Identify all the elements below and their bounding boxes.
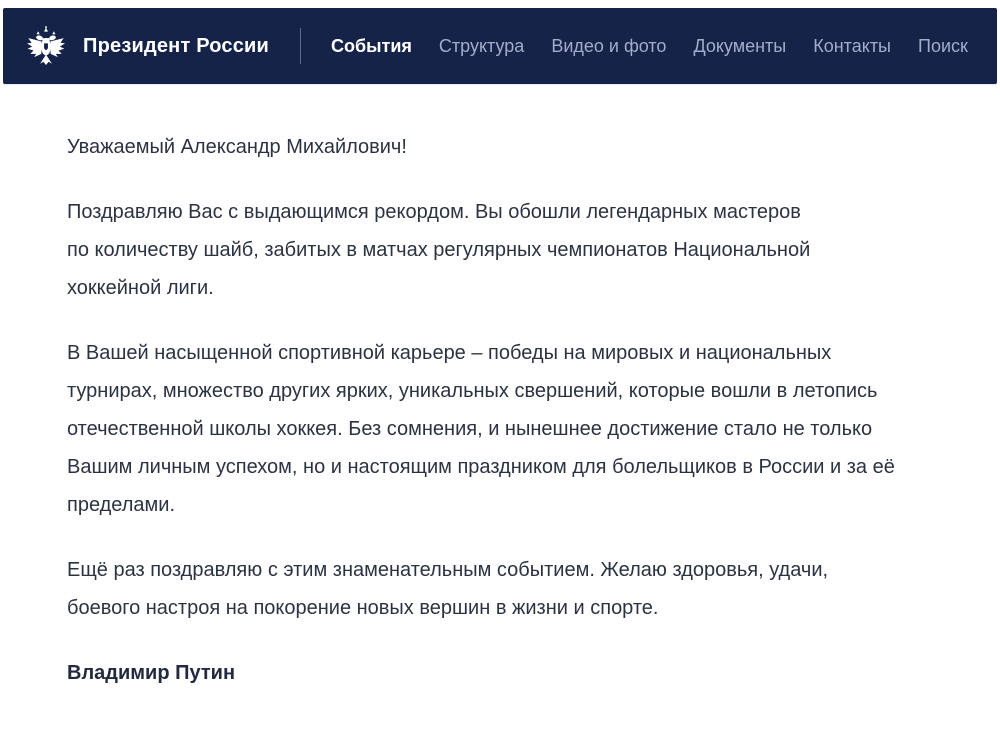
- page: Президент России События Структура Видео…: [0, 0, 1000, 742]
- letter-salutation: Уважаемый Александр Михайлович!: [67, 128, 937, 166]
- letter-content: Уважаемый Александр Михайлович! Поздравл…: [3, 84, 997, 692]
- letter-text: Уважаемый Александр Михайлович! Поздравл…: [67, 128, 937, 692]
- letter-signature: Владимир Путин: [67, 654, 937, 692]
- header-divider: [300, 28, 301, 64]
- nav-item-documents[interactable]: Документы: [693, 36, 786, 57]
- top-navigation-bar: Президент России События Структура Видео…: [3, 8, 997, 84]
- site-title[interactable]: Президент России: [83, 35, 269, 58]
- letter-paragraph: Поздравляю Вас с выдающимся рекордом. Вы…: [67, 193, 937, 307]
- nav-item-video-photo[interactable]: Видео и фото: [551, 36, 666, 57]
- letter-paragraph: В Вашей насыщенной спортивной карьере – …: [67, 334, 937, 524]
- nav-item-search[interactable]: Поиск: [918, 36, 968, 57]
- letter-paragraph: Ещё раз поздравляю с этим знаменательным…: [67, 551, 937, 627]
- nav-item-contacts[interactable]: Контакты: [813, 36, 891, 57]
- coat-of-arms-icon[interactable]: [25, 23, 67, 69]
- main-nav: События Структура Видео и фото Документы…: [331, 36, 969, 57]
- nav-item-events[interactable]: События: [331, 36, 412, 57]
- nav-item-structure[interactable]: Структура: [439, 36, 524, 57]
